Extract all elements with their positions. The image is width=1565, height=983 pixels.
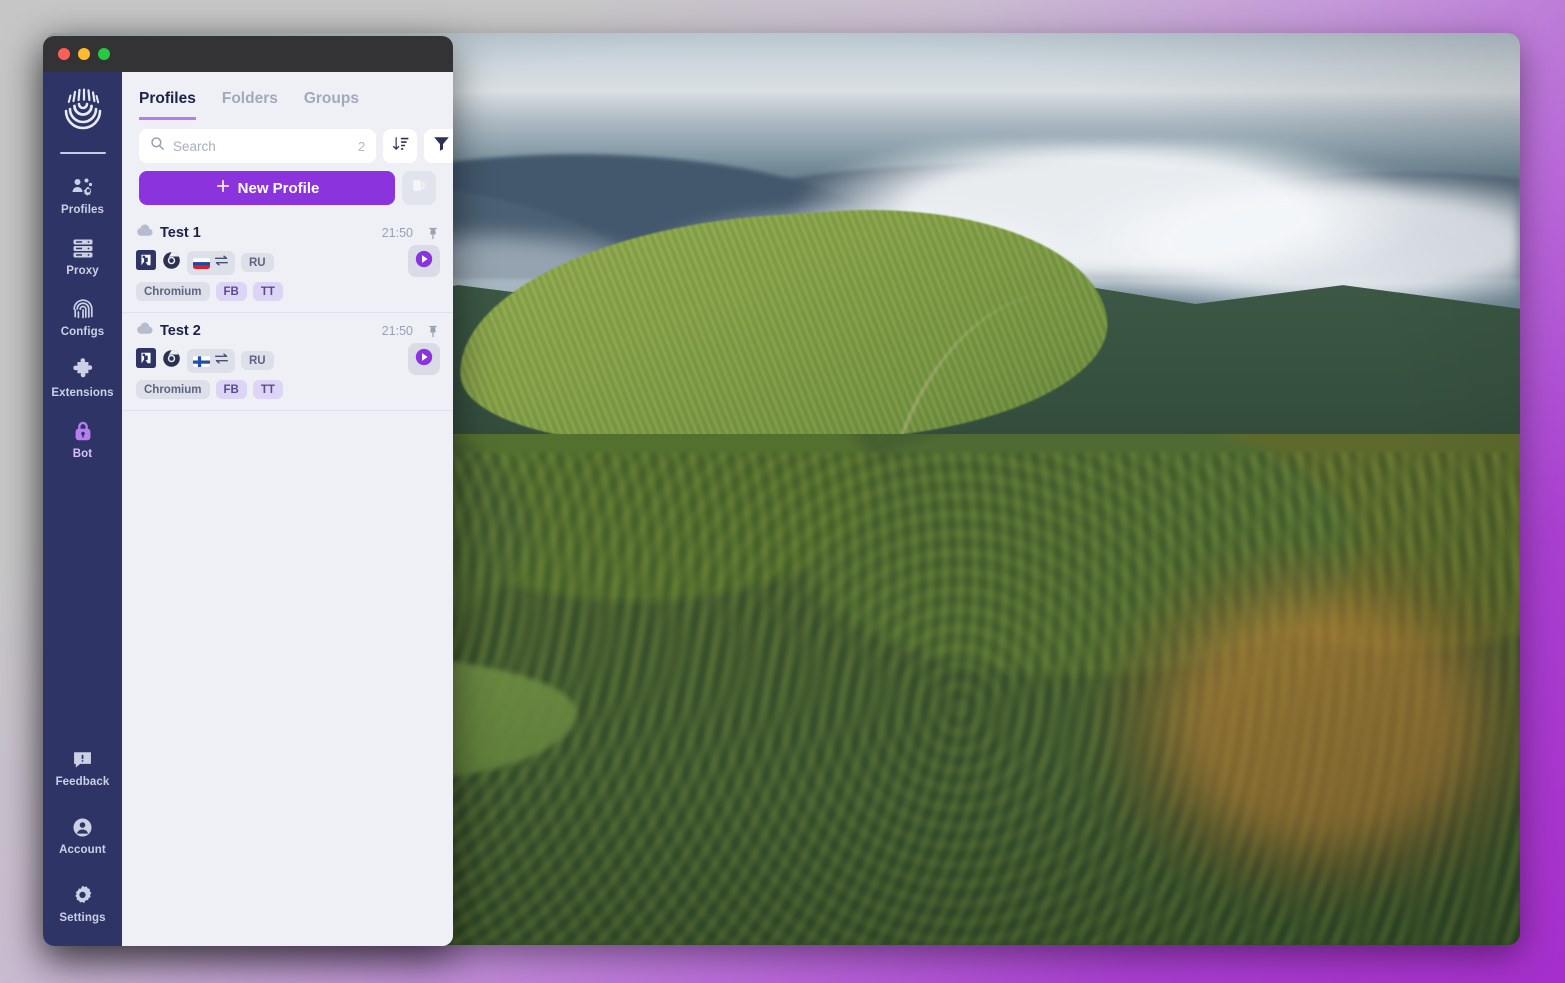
profile-header: Test 1 21:50: [136, 224, 439, 242]
sidebar-item-settings[interactable]: Settings: [43, 882, 122, 924]
feedback-icon: [70, 746, 96, 772]
chromium-browser-icon: [162, 349, 181, 373]
filter-button[interactable]: [424, 129, 453, 163]
sidebar-item-feedback[interactable]: Feedback: [43, 746, 122, 788]
profile-tag[interactable]: Chromium: [136, 380, 210, 399]
sidebar-item-configs[interactable]: Configs: [43, 296, 122, 338]
new-profile-row: New Profile: [139, 171, 436, 215]
profile-name: Test 1: [160, 225, 201, 241]
new-profile-label: New Profile: [237, 179, 320, 197]
sidebar-item-label: Feedback: [55, 776, 110, 788]
profile-list-item[interactable]: Test 2 21:50 RU Chromium FB TT: [122, 313, 453, 411]
fingerprint-icon: [70, 296, 96, 322]
title-bar: [43, 36, 453, 72]
profile-list[interactable]: Test 1 21:50 RU Chromium FB TT Test 2 21…: [122, 215, 453, 946]
tab-bar: Profiles Folders Groups: [122, 72, 453, 120]
sidebar: Profiles Proxy Configs Extensions Bot Fe…: [43, 72, 122, 946]
sidebar-item-extensions[interactable]: Extensions: [43, 357, 122, 399]
sidebar-item-label: Profiles: [61, 204, 104, 216]
profile-tag[interactable]: FB: [215, 282, 247, 301]
proxy-badge-group[interactable]: [187, 348, 235, 373]
sort-descending-icon: [392, 135, 409, 157]
cloud-icon: [136, 322, 153, 340]
sidebar-item-profiles[interactable]: Profiles: [43, 174, 122, 216]
lock-icon: [70, 418, 96, 444]
profiles-icon: [70, 174, 96, 200]
profile-locale-chip: RU: [241, 253, 274, 272]
profile-tag[interactable]: FB: [215, 380, 247, 399]
profile-time: 21:50: [381, 324, 413, 338]
play-icon: [414, 249, 434, 274]
sidebar-item-label: Proxy: [66, 265, 99, 277]
sidebar-bottom-nav: Feedback Account Settings: [43, 746, 122, 924]
gear-icon: [70, 882, 96, 908]
profile-locale-chip: RU: [241, 351, 274, 370]
run-profile-button[interactable]: [408, 343, 440, 375]
proxy-swap-icon: [214, 254, 229, 272]
profile-list-item[interactable]: Test 1 21:50 RU Chromium FB TT: [122, 215, 453, 313]
run-profile-button[interactable]: [408, 245, 440, 277]
search-box[interactable]: 2: [139, 129, 377, 163]
tab-groups[interactable]: Groups: [304, 90, 359, 120]
pin-icon[interactable]: [427, 227, 439, 240]
sidebar-item-label: Configs: [60, 326, 105, 338]
tab-folders[interactable]: Folders: [222, 90, 278, 120]
profile-name: Test 2: [160, 323, 201, 339]
panel-toggle-button[interactable]: [402, 171, 436, 205]
profile-tags: Chromium FB TT: [136, 380, 439, 399]
cloud-icon: [136, 224, 153, 242]
sidebar-item-bot[interactable]: Bot: [43, 418, 122, 460]
profile-badges: RU: [136, 250, 439, 275]
profile-time: 21:50: [381, 226, 413, 240]
filter-funnel-icon: [433, 135, 450, 157]
windows-os-icon: [136, 250, 156, 275]
profile-tag[interactable]: TT: [252, 282, 283, 301]
app-window: Profiles Proxy Configs Extensions Bot Fe…: [43, 36, 453, 946]
sort-button[interactable]: [383, 129, 418, 163]
tab-profiles[interactable]: Profiles: [139, 90, 196, 120]
proxy-swap-icon: [214, 352, 229, 370]
windows-os-icon: [136, 348, 156, 373]
finland-flag: [193, 355, 210, 367]
proxy-icon: [70, 235, 96, 261]
sidebar-item-label: Bot: [72, 448, 93, 460]
account-icon: [70, 814, 96, 840]
search-icon: [150, 136, 165, 156]
puzzle-icon: [70, 357, 96, 383]
profile-tag[interactable]: TT: [252, 380, 283, 399]
sidebar-item-label: Extensions: [51, 387, 114, 399]
profile-tags: Chromium FB TT: [136, 282, 439, 301]
sidebar-nav: Profiles Proxy Configs Extensions Bot: [43, 174, 122, 460]
minimize-button[interactable]: [78, 48, 90, 60]
sidebar-item-proxy[interactable]: Proxy: [43, 235, 122, 277]
toolbar: 2: [122, 120, 453, 215]
search-row: 2: [139, 129, 453, 163]
play-icon: [414, 347, 434, 372]
new-profile-button[interactable]: New Profile: [139, 171, 395, 205]
undetectable-logo: [55, 84, 111, 140]
russia-flag: [193, 257, 210, 269]
sidebar-item-label: Account: [59, 844, 106, 856]
panel-toggle-icon: [410, 176, 429, 200]
search-input[interactable]: [173, 138, 350, 154]
close-button[interactable]: [58, 48, 70, 60]
profile-badges: RU: [136, 348, 439, 373]
pin-icon[interactable]: [427, 325, 439, 338]
search-result-count: 2: [358, 138, 366, 154]
sidebar-item-label: Settings: [59, 912, 106, 924]
main-panel: Profiles Folders Groups 2: [122, 72, 453, 946]
chromium-browser-icon: [162, 251, 181, 275]
proxy-badge-group[interactable]: [187, 250, 235, 275]
profile-tag[interactable]: Chromium: [136, 282, 210, 301]
plus-icon: [215, 178, 231, 198]
profile-header: Test 2 21:50: [136, 322, 439, 340]
sidebar-item-account[interactable]: Account: [43, 814, 122, 856]
maximize-button[interactable]: [98, 48, 110, 60]
sidebar-divider: [59, 152, 106, 154]
